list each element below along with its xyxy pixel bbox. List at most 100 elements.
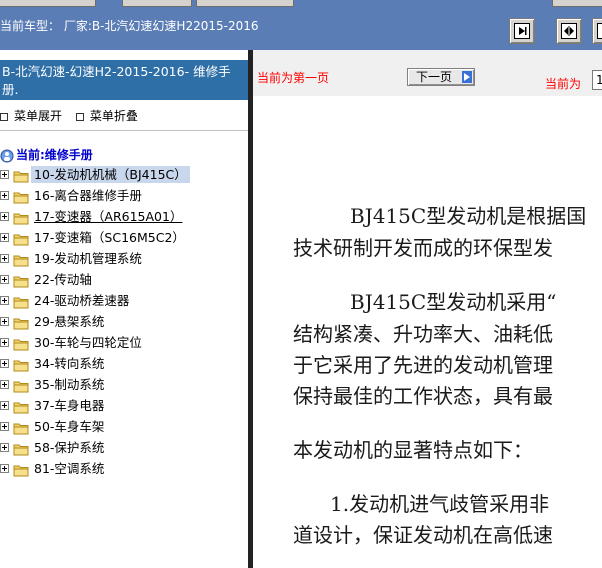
- nav-first-page-icon: [514, 23, 530, 39]
- tree-item[interactable]: 10-发动机机械（BJ415C）: [0, 165, 248, 186]
- top-toolbar: 当前车型： 厂家:B-北汽幻速幻速H22015-2016: [0, 0, 602, 50]
- plus-expander-icon[interactable]: [0, 401, 9, 410]
- tree-item[interactable]: 17-变速箱（SC16M5C2）: [0, 228, 248, 249]
- left-panel: B-北汽幻速-幻速H2-2015-2016- 维修手册. 菜单展开 菜单折叠 当…: [0, 50, 248, 568]
- nav-next-button[interactable]: [592, 18, 602, 44]
- folder-icon: [13, 462, 29, 481]
- plus-expander-icon[interactable]: [0, 380, 9, 389]
- plus-expander-icon[interactable]: [0, 422, 9, 431]
- folder-icon: [13, 168, 29, 187]
- tree-item[interactable]: 17-变速器（AR615A01）: [0, 207, 248, 228]
- nav-fit-button[interactable]: [556, 18, 582, 44]
- toolbar-tab-stub[interactable]: [196, 0, 294, 7]
- folder-icon: [13, 273, 29, 292]
- plus-expander-icon[interactable]: [0, 296, 9, 305]
- tree-list: 10-发动机机械（BJ415C） 16-离合器维修手册 17-变速器（AR615A0…: [0, 165, 248, 480]
- folder-icon: [13, 231, 29, 250]
- tree-item[interactable]: 37-车身电器: [0, 396, 248, 417]
- menu-collapse-label: 菜单折叠: [89, 109, 138, 123]
- folder-icon: [13, 294, 29, 313]
- doc-line: 技术研制开发而成的环保型发: [293, 236, 553, 260]
- tree-item-label[interactable]: 17-变速器（AR615A01）: [31, 208, 185, 225]
- folder-icon: [13, 441, 29, 460]
- folder-icon: [13, 315, 29, 334]
- tree-item-label[interactable]: 35-制动系统: [31, 376, 107, 393]
- current-page-label: 当前为: [545, 77, 582, 91]
- tree-item-label[interactable]: 10-发动机机械（BJ415C）: [31, 166, 190, 183]
- next-page-button[interactable]: 下一页: [407, 68, 475, 86]
- tree-item-label[interactable]: 34-转向系统: [31, 355, 107, 372]
- tree-item-label[interactable]: 24-驱动桥差速器: [31, 292, 132, 309]
- toolbar-tab-stub[interactable]: [0, 0, 96, 7]
- toolbar-tab-stub[interactable]: [552, 0, 602, 7]
- tree-item[interactable]: 24-驱动桥差速器: [0, 291, 248, 312]
- doc-line: BJ415C型发动机是根据国: [350, 204, 587, 228]
- tree-item[interactable]: 81-空调系统: [0, 459, 248, 480]
- doc-line: 1.发动机进气歧管采用非: [330, 492, 550, 516]
- document-header: 当前为第一页 下一页 当前为 1: [253, 50, 602, 96]
- tree-item[interactable]: 16-离合器维修手册: [0, 186, 248, 207]
- tree-item-label[interactable]: 30-车轮与四轮定位: [31, 334, 145, 351]
- plus-expander-icon[interactable]: [0, 212, 9, 221]
- tree-item[interactable]: 22-传动轴: [0, 270, 248, 291]
- tree-item-label[interactable]: 22-传动轴: [31, 271, 95, 288]
- nav-first-page-button[interactable]: [509, 18, 535, 44]
- tree-item-label[interactable]: 16-离合器维修手册: [31, 187, 145, 204]
- doc-line: 于它采用了先进的发动机管理: [293, 353, 553, 377]
- tree-item[interactable]: 58-保护系统: [0, 438, 248, 459]
- globe-person-icon: [0, 149, 14, 162]
- plus-expander-icon[interactable]: [0, 464, 9, 473]
- document-content: BJ415C型发动机是根据国 技术研制开发而成的环保型发 BJ415C型发动机采…: [253, 96, 602, 568]
- plus-expander-icon[interactable]: [0, 359, 9, 368]
- folder-icon: [13, 420, 29, 439]
- page-number-input[interactable]: 1: [592, 70, 602, 90]
- tree-item-label[interactable]: 81-空调系统: [31, 460, 107, 477]
- nav-fit-width-icon: [561, 23, 577, 39]
- folder-icon: [13, 210, 29, 229]
- plus-expander-icon[interactable]: [0, 443, 9, 452]
- next-page-label: 下一页: [416, 70, 453, 84]
- doc-line: 结构紧凑、升功率大、油耗低: [293, 322, 553, 346]
- tree-item-label[interactable]: 58-保护系统: [31, 439, 107, 456]
- doc-line: 本发动机的显著特点如下：: [293, 438, 533, 462]
- tree-item[interactable]: 34-转向系统: [0, 354, 248, 375]
- tree-item[interactable]: 29-悬架系统: [0, 312, 248, 333]
- arrow-right-icon: [462, 71, 472, 83]
- first-page-message: 当前为第一页: [257, 71, 330, 85]
- plus-expander-icon[interactable]: [0, 254, 9, 263]
- folder-icon: [13, 189, 29, 208]
- tree-item[interactable]: 50-车身车架: [0, 417, 248, 438]
- tree-item[interactable]: 30-车轮与四轮定位: [0, 333, 248, 354]
- menu-actions: 菜单展开 菜单折叠: [0, 107, 148, 124]
- tree-item[interactable]: 19-发动机管理系统: [0, 249, 248, 270]
- plus-expander-icon[interactable]: [0, 170, 9, 179]
- tree-item-label[interactable]: 17-变速箱（SC16M5C2）: [31, 229, 188, 246]
- square-bullet-icon: [75, 112, 84, 121]
- nav-next-icon: [597, 23, 602, 39]
- plus-expander-icon[interactable]: [0, 317, 9, 326]
- folder-icon: [13, 399, 29, 418]
- plus-expander-icon[interactable]: [0, 233, 9, 242]
- divider: [0, 130, 248, 131]
- vehicle-info: 当前车型： 厂家:B-北汽幻速幻速H22015-2016: [0, 19, 259, 33]
- folder-icon: [13, 252, 29, 271]
- tree-item-label[interactable]: 19-发动机管理系统: [31, 250, 145, 267]
- tree-item-label[interactable]: 37-车身电器: [31, 397, 107, 414]
- tree-root-label: 当前:维修手册: [16, 148, 93, 162]
- menu-expand-label: 菜单展开: [14, 109, 63, 123]
- plus-expander-icon[interactable]: [0, 338, 9, 347]
- doc-line: 道设计，保证发动机在高低速: [293, 523, 553, 547]
- folder-icon: [13, 357, 29, 376]
- menu-expand-button[interactable]: 菜单展开: [0, 109, 62, 123]
- tree-item-label[interactable]: 29-悬架系统: [31, 313, 107, 330]
- tree-item-label[interactable]: 50-车身车架: [31, 418, 107, 435]
- plus-expander-icon[interactable]: [0, 275, 9, 284]
- square-bullet-icon: [0, 112, 8, 121]
- toolbar-tab-stub[interactable]: [122, 0, 192, 7]
- tree-item[interactable]: 35-制动系统: [0, 375, 248, 396]
- tree-root[interactable]: 当前:维修手册: [0, 146, 93, 163]
- folder-icon: [13, 336, 29, 355]
- plus-expander-icon[interactable]: [0, 191, 9, 200]
- menu-collapse-button[interactable]: 菜单折叠: [75, 109, 138, 123]
- doc-line: BJ415C型发动机采用“: [350, 290, 557, 314]
